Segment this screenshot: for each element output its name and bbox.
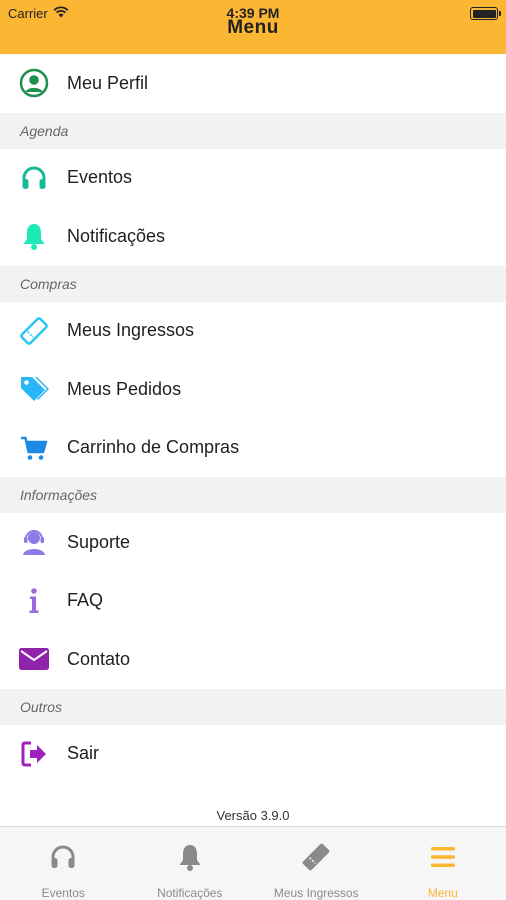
tab-eventos[interactable]: Eventos — [0, 827, 127, 900]
headphones-icon — [47, 841, 79, 873]
bell-icon — [17, 220, 50, 253]
menu-item-suporte[interactable]: Suporte — [0, 513, 506, 572]
menu-item-label: Carrinho de Compras — [67, 437, 240, 458]
menu-item-label: Meus Ingressos — [67, 320, 195, 341]
menu-item-contato[interactable]: Contato — [0, 630, 506, 689]
tab-meus-ingressos[interactable]: Meus Ingressos — [253, 827, 380, 900]
menu-item-meus-pedidos[interactable]: Meus Pedidos — [0, 360, 506, 419]
section-header-agenda: Agenda — [0, 112, 506, 149]
menu-item-meu-perfil[interactable]: Meu Perfil — [0, 54, 506, 113]
section-header-compras: Compras — [0, 265, 506, 302]
hamburger-menu-icon — [427, 841, 459, 873]
app-version: Versão 3.9.0 — [216, 808, 290, 823]
bell-icon — [174, 841, 206, 873]
section-header-informacoes: Informações — [0, 477, 506, 513]
menu-item-label: Meus Pedidos — [67, 378, 182, 399]
menu-item-sair[interactable]: Sair — [0, 724, 506, 783]
tab-label: Meus Ingressos — [273, 886, 359, 900]
info-icon — [17, 584, 50, 617]
menu-item-label: Sair — [67, 743, 100, 764]
menu-list: Meu Perfil Agenda Eventos Notificações C… — [0, 54, 506, 783]
menu-item-label: Suporte — [67, 531, 131, 552]
cart-icon — [17, 431, 50, 464]
menu-item-eventos[interactable]: Eventos — [0, 148, 506, 207]
ticket-icon — [300, 841, 332, 873]
ticket-icon — [17, 314, 50, 347]
menu-item-label: Eventos — [67, 167, 133, 188]
menu-item-meus-ingressos[interactable]: Meus Ingressos — [0, 301, 506, 360]
user-circle-icon — [17, 67, 50, 100]
tab-label: Eventos — [41, 886, 85, 900]
sign-out-icon — [17, 737, 50, 770]
menu-item-carrinho[interactable]: Carrinho de Compras — [0, 418, 506, 477]
menu-item-label: Contato — [67, 648, 131, 669]
menu-item-notificacoes[interactable]: Notificações — [0, 207, 506, 266]
tab-bar: Eventos Notificações Meus Ingressos Menu — [0, 826, 506, 900]
headphones-icon — [17, 161, 50, 194]
tab-label: Notificações — [157, 886, 223, 900]
menu-item-label: Notificações — [67, 225, 166, 246]
menu-item-faq[interactable]: FAQ — [0, 571, 506, 630]
tab-notificacoes[interactable]: Notificações — [127, 827, 254, 900]
support-agent-icon — [17, 526, 50, 559]
menu-item-label: FAQ — [67, 590, 104, 611]
tab-label: Menu — [427, 886, 458, 900]
page-title: Menu — [227, 17, 279, 38]
tags-icon — [17, 373, 50, 406]
section-header-outros: Outros — [0, 688, 506, 725]
tab-menu[interactable]: Menu — [380, 827, 506, 900]
envelope-icon — [17, 643, 50, 676]
header-bar: Carrier 4:39 PM Menu — [0, 0, 506, 54]
menu-item-label: Meu Perfil — [67, 72, 149, 93]
